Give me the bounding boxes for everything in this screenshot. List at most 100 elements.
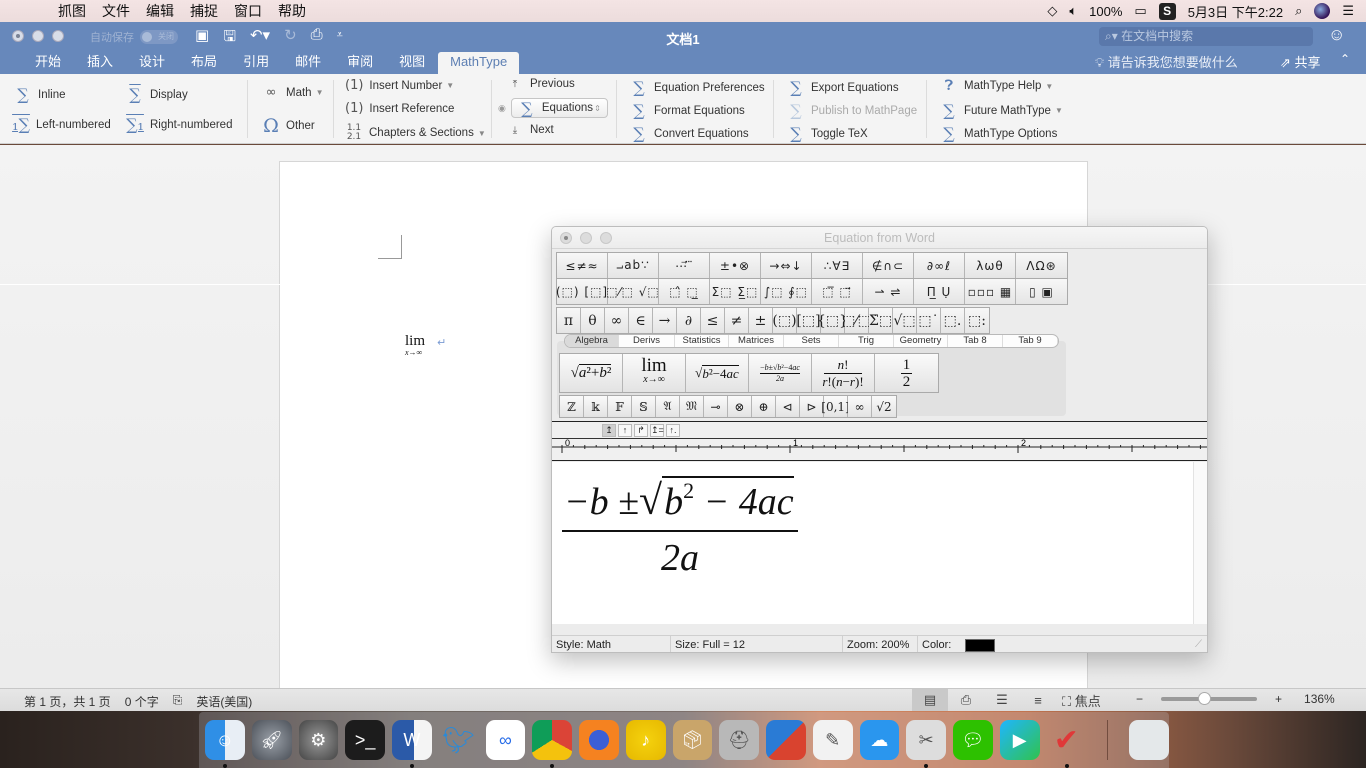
page-count[interactable]: 第 1 页，共 1 页: [24, 693, 111, 710]
palette-button-7[interactable]: ∂∞ℓ: [914, 253, 965, 278]
mt-tab-matrices[interactable]: Matrices: [729, 335, 784, 347]
dock-qq-music-icon[interactable]: ♪: [625, 720, 666, 760]
tab-layout[interactable]: 布局: [178, 52, 230, 74]
dock-launchpad-icon[interactable]: 🚀︎: [251, 720, 292, 760]
zoom-slider-knob[interactable]: [1198, 692, 1212, 705]
template-limit[interactable]: lim x→∞: [623, 354, 686, 392]
template-palette-button-8[interactable]: ▫▫▫ ▦: [965, 279, 1016, 304]
resize-grip-icon[interactable]: ⟋: [1195, 636, 1207, 652]
word-count[interactable]: 0 个字: [125, 693, 159, 710]
convert-equations-button[interactable]: ∑ Convert Equations: [630, 124, 748, 143]
tab-home[interactable]: 开始: [22, 52, 74, 74]
small-symbol-button-6[interactable]: ≤: [701, 308, 725, 333]
palette-button-9[interactable]: ΛΩ⊛: [1016, 253, 1067, 278]
symbol-button-11[interactable]: [0,1]: [821, 396, 850, 417]
tab-review[interactable]: 审阅: [334, 52, 386, 74]
web-layout-view-icon[interactable]: ⎙: [948, 692, 984, 708]
mathtype-titlebar[interactable]: Equation from Word: [552, 227, 1207, 249]
close-button[interactable]: [12, 30, 24, 42]
editor-scrollbar[interactable]: [1193, 462, 1207, 624]
mt-tab-algebra[interactable]: Algebra: [565, 335, 619, 347]
small-symbol-button-14[interactable]: √⬚: [893, 308, 917, 333]
palette-button-6[interactable]: ∉∩⊂: [863, 253, 914, 278]
symbol-button-0[interactable]: ℤ: [560, 396, 584, 417]
dock-vmware-fusion-icon[interactable]: [766, 720, 806, 760]
template-sqrt-sum[interactable]: √ a²+b²: [560, 354, 623, 392]
language[interactable]: 英语(美国): [196, 693, 252, 710]
sogou-input-icon[interactable]: S: [1158, 2, 1176, 20]
small-symbol-button-13[interactable]: Σ̇⬚: [869, 308, 893, 333]
draft-view-icon[interactable]: ≡: [1020, 693, 1056, 708]
dock-disk-utility-icon[interactable]: ⛑︎: [719, 720, 759, 760]
dock-textedit-icon[interactable]: ✎: [812, 720, 853, 760]
proofing-icon[interactable]: ⎘: [173, 693, 183, 710]
menu-item-edit[interactable]: 编辑: [146, 1, 174, 21]
template-half[interactable]: 12: [875, 354, 938, 392]
mt-tab-statistics[interactable]: Statistics: [675, 335, 729, 347]
zoom-in-button[interactable]: +: [1275, 692, 1282, 706]
mathtype-help-dropdown[interactable]: ❓︎ MathType Help ▼: [940, 78, 1054, 94]
palette-button-4[interactable]: →⇔↓: [761, 253, 812, 278]
mt-tab-geometry[interactable]: Geometry: [894, 335, 948, 347]
template-palette-button-1[interactable]: ⬚⁄⬚ √⬚: [606, 279, 659, 304]
outline-view-icon[interactable]: ☰: [984, 692, 1020, 708]
small-symbol-button-3[interactable]: ∈: [629, 308, 653, 333]
menu-item-help[interactable]: 帮助: [278, 1, 306, 21]
dock-firefox-icon[interactable]: [579, 720, 619, 760]
zoom-level[interactable]: 136%: [1304, 692, 1335, 706]
template-palette-button-3[interactable]: Σ⬚ Σ̲⬚: [710, 279, 761, 304]
small-symbol-button-5[interactable]: ∂: [677, 308, 701, 333]
small-symbol-button-4[interactable]: →: [653, 308, 677, 333]
small-symbol-button-9[interactable]: (⬚): [772, 308, 797, 333]
center-tab-stop-button[interactable]: ↑: [618, 424, 632, 437]
redo-icon[interactable]: ↻: [284, 26, 297, 51]
template-palette-button-5[interactable]: ⬚̅ ⬚⃗: [812, 279, 863, 304]
dock-archive-utility-icon[interactable]: 📦︎: [672, 720, 713, 760]
equals-tab-stop-button[interactable]: ↥=: [650, 424, 664, 437]
zoom-out-button[interactable]: −: [1136, 692, 1143, 706]
equation-preferences-button[interactable]: ∑ Equation Preferences: [630, 78, 764, 97]
symbol-button-8[interactable]: ⊕: [752, 396, 776, 417]
feedback-smiley-icon[interactable]: ☺: [1328, 25, 1345, 45]
template-quadratic[interactable]: −b±√b²−4ac 2a: [749, 354, 812, 392]
equations-selector[interactable]: ◉ ∑ Equations ⇕: [498, 98, 608, 118]
mt-tab-sets[interactable]: Sets: [784, 335, 839, 347]
symbol-button-3[interactable]: 𝕊: [632, 396, 656, 417]
template-palette-button-2[interactable]: ⬚̂ ⬚̲: [659, 279, 710, 304]
dock-system-preferences-icon[interactable]: ⚙: [298, 720, 339, 760]
autosave-toggle[interactable]: 关闭: [140, 30, 178, 44]
future-mathtype-dropdown[interactable]: ∑ Future MathType ▼: [940, 101, 1063, 120]
export-equations-button[interactable]: ∑ Export Equations: [787, 78, 898, 97]
style-status[interactable]: Style: Math: [552, 636, 671, 652]
template-palette-button-7[interactable]: Π̲ Ụ: [914, 279, 965, 304]
battery-charging-icon[interactable]: ▭: [1134, 3, 1146, 19]
mt-tab-derivs[interactable]: Derivs: [619, 335, 675, 347]
mt-tab-tab-8[interactable]: Tab 8: [948, 335, 1003, 347]
menu-item-snap[interactable]: 抓图: [58, 1, 86, 21]
publish-mathpage-button[interactable]: ∑ Publish to MathPage: [787, 101, 917, 120]
save-icon[interactable]: 🖫: [223, 26, 236, 51]
siri-icon[interactable]: [1314, 3, 1331, 19]
dock-icloud-icon[interactable]: ☁: [859, 720, 900, 760]
dock-tencent-video-icon[interactable]: ▶: [999, 720, 1040, 760]
left-numbered-button[interactable]: ₁∑ Left-numbered: [12, 115, 111, 134]
zoom-button[interactable]: [52, 30, 64, 42]
equation-editor[interactable]: −b ± √ b2 − 4ac 2a: [552, 462, 1193, 624]
tab-view[interactable]: 视图: [386, 52, 438, 74]
dock-terminal-icon[interactable]: >_: [345, 720, 385, 760]
decimal-tab-stop-button[interactable]: ↑.: [666, 424, 680, 437]
small-symbol-button-7[interactable]: ≠: [725, 308, 749, 333]
dock-trash-icon[interactable]: [1129, 720, 1169, 760]
dock-finder-icon[interactable]: ☺: [205, 720, 245, 768]
symbol-button-6[interactable]: ⊸: [704, 396, 728, 417]
mt-tab-trig[interactable]: Trig: [839, 335, 894, 347]
clock[interactable]: 5月3日 下午2:22: [1188, 2, 1283, 21]
right-tab-stop-button[interactable]: ↱: [634, 424, 648, 437]
color-status[interactable]: Color:: [918, 636, 996, 652]
symbol-button-5[interactable]: 𝔐: [680, 396, 704, 417]
mathtype-options-button[interactable]: ∑ MathType Options: [940, 124, 1057, 143]
palette-button-5[interactable]: ∴∀∃: [812, 253, 863, 278]
symbol-button-2[interactable]: 𝔽: [608, 396, 632, 417]
small-symbol-button-17[interactable]: ⬚:: [965, 308, 989, 333]
math-dropdown[interactable]: ∞ Math ▼: [262, 85, 324, 100]
